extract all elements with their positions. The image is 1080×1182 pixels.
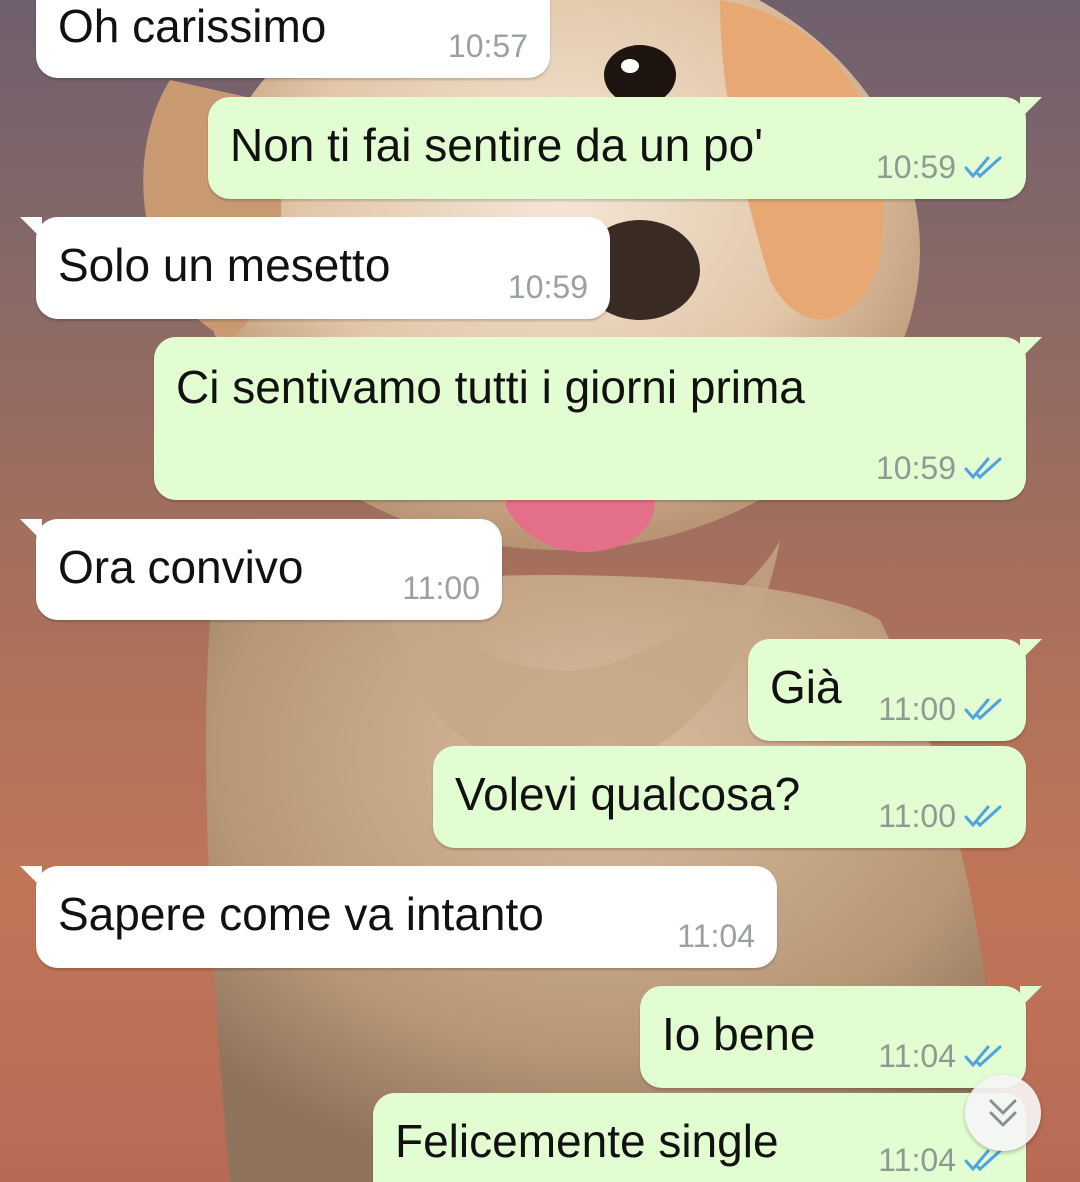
outgoing-message-bubble[interactable]: Felicemente single 11:04	[373, 1093, 1026, 1182]
read-double-check-icon	[964, 1149, 1002, 1172]
message-meta: 11:00	[878, 798, 1004, 834]
read-double-check-icon	[964, 805, 1002, 828]
message-time: 10:59	[875, 149, 956, 185]
message-text: Già	[770, 661, 842, 713]
incoming-message-bubble[interactable]: Sapere come va intanto 11:04	[20, 866, 777, 968]
message-meta: 10:59	[508, 269, 588, 305]
message-meta: 11:04	[878, 1038, 1004, 1074]
message-time: 11:00	[878, 691, 956, 727]
message-meta: 10:59	[876, 149, 1004, 185]
message-text: Ora convivo	[58, 541, 304, 593]
message-time: 11:00	[878, 798, 956, 834]
message-time: 10:59	[875, 450, 956, 486]
double-chevron-down-icon	[989, 1099, 1017, 1127]
incoming-message-bubble[interactable]: Ora convivo 11:00	[20, 519, 502, 620]
message-text: Ci sentivamo tutti i giorni prima	[176, 361, 805, 413]
incoming-message-bubble[interactable]: Oh carissimo 10:57	[36, 0, 550, 78]
outgoing-message-bubble[interactable]: Non ti fai sentire da un po' 10:59	[208, 97, 1042, 199]
message-time: 11:04	[878, 1038, 956, 1074]
message-text: Solo un mesetto	[58, 239, 391, 291]
message-meta: 10:59	[876, 450, 1004, 486]
message-time: 11:04	[677, 918, 755, 954]
incoming-message-bubble[interactable]: Solo un mesetto 10:59	[20, 217, 610, 319]
read-double-check-icon	[964, 457, 1002, 480]
message-text: Oh carissimo	[58, 0, 327, 52]
message-meta: 11:00	[878, 691, 1004, 727]
message-time: 10:57	[447, 28, 528, 64]
read-double-check-icon	[964, 1045, 1002, 1068]
scroll-to-bottom-button[interactable]	[965, 1075, 1041, 1151]
message-text: Volevi qualcosa?	[455, 768, 801, 820]
message-time: 11:04	[878, 1142, 956, 1178]
message-time: 10:59	[507, 269, 588, 305]
message-meta: 11:04	[677, 918, 755, 954]
read-double-check-icon	[964, 156, 1002, 179]
message-text: Sapere come va intanto	[58, 888, 544, 940]
outgoing-message-bubble[interactable]: Già 11:00	[748, 639, 1042, 741]
message-text: Felicemente single	[395, 1115, 779, 1167]
outgoing-message-bubble[interactable]: Volevi qualcosa? 11:00	[433, 746, 1026, 848]
message-text: Non ti fai sentire da un po'	[230, 119, 763, 171]
message-meta: 11:04	[878, 1142, 1004, 1178]
message-text: Io bene	[662, 1008, 816, 1060]
message-time: 11:00	[402, 570, 480, 606]
chat-message-list[interactable]: Oh carissimo 10:57 Non ti fai sentire da…	[0, 0, 1080, 1182]
read-double-check-icon	[964, 698, 1002, 721]
message-meta: 11:00	[402, 570, 480, 606]
outgoing-message-bubble[interactable]: Ci sentivamo tutti i giorni prima 10:59	[154, 337, 1042, 500]
message-meta: 10:57	[448, 28, 528, 64]
outgoing-message-bubble[interactable]: Io bene 11:04	[640, 986, 1042, 1088]
